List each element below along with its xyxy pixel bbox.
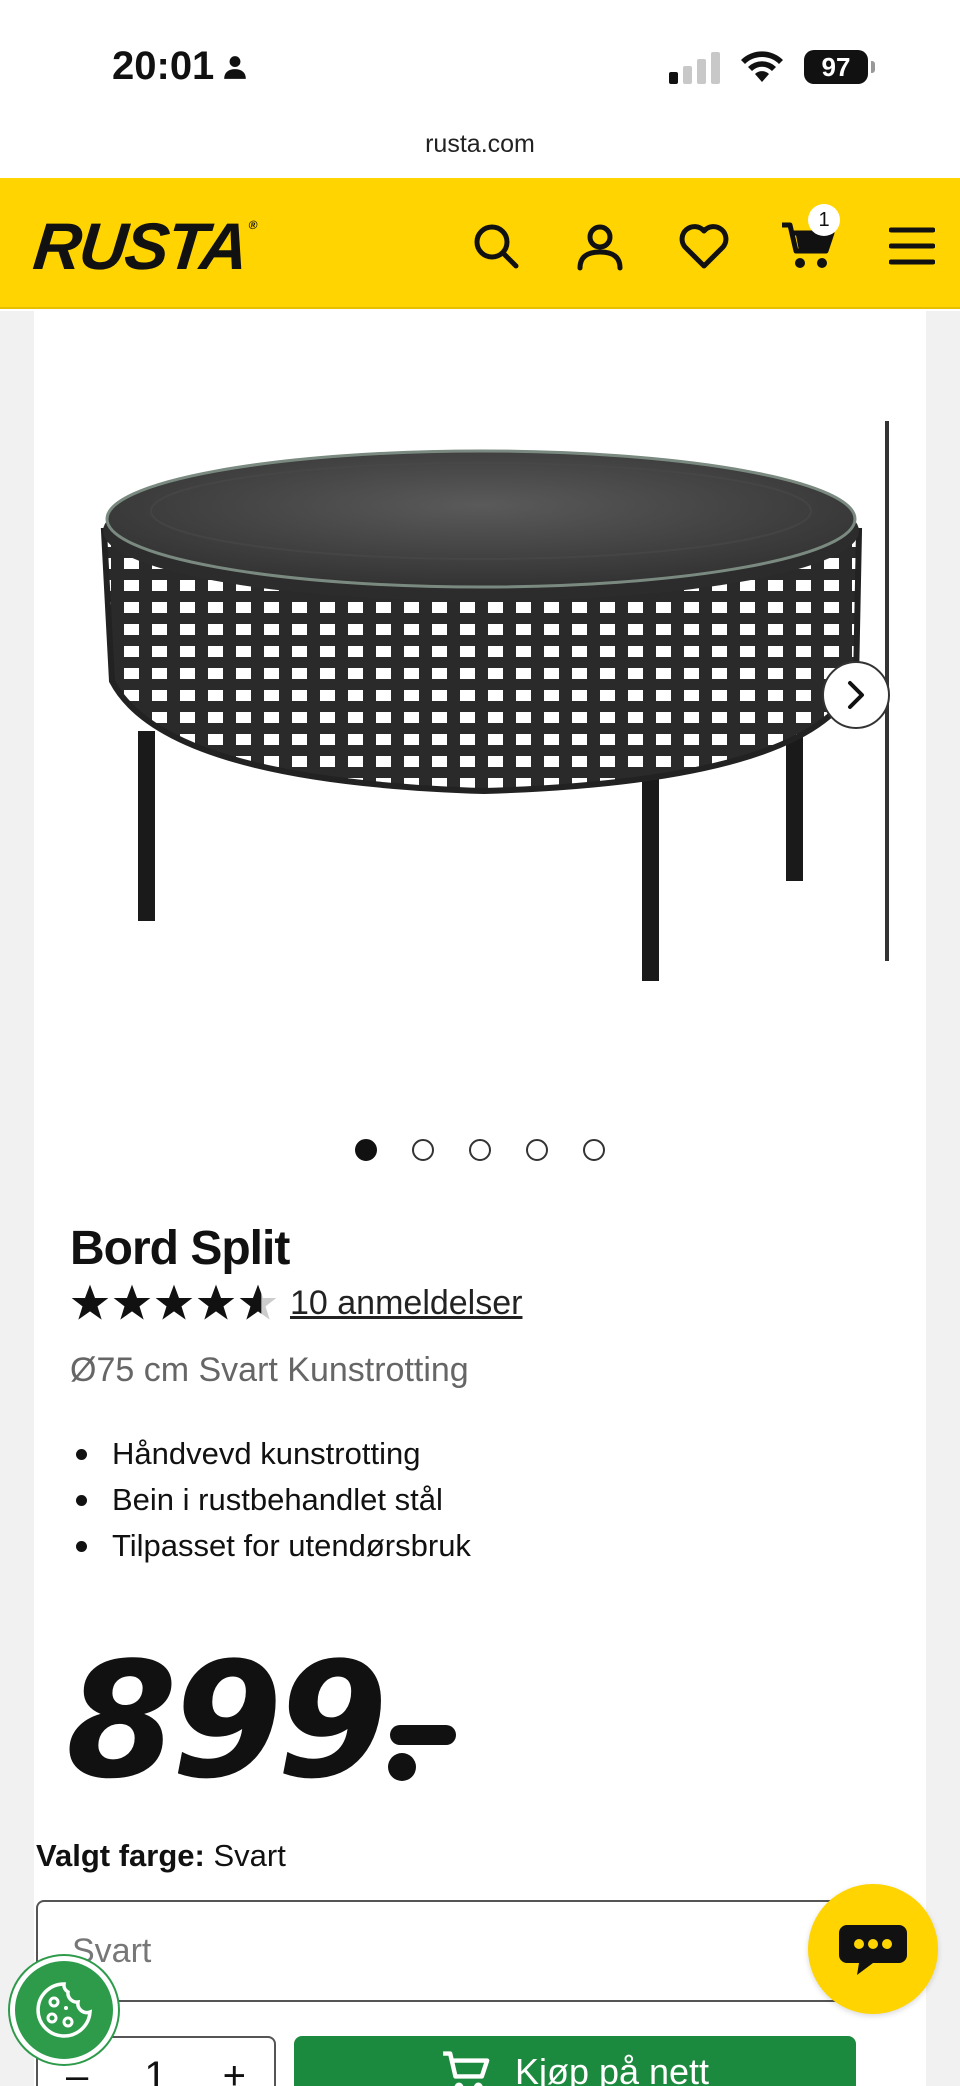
search-button[interactable]: [468, 218, 524, 274]
star-icon: [71, 1284, 109, 1320]
logo-text: RUSTA: [30, 209, 251, 283]
color-label-title: Valgt farge:: [36, 1838, 205, 1873]
wifi-icon: [741, 51, 783, 82]
site-header: RUSTA® 1: [0, 178, 960, 309]
feature-item: Håndvevd kunstrotting: [70, 1431, 471, 1477]
gallery-next-button[interactable]: [822, 661, 890, 729]
quantity-increase-button[interactable]: +: [223, 2054, 246, 2086]
rusta-logo[interactable]: RUSTA®: [30, 208, 257, 284]
gallery-dot[interactable]: [355, 1139, 377, 1161]
product-title: Bord Split: [70, 1222, 290, 1275]
product-rating: 10 anmeldelser: [70, 1283, 522, 1323]
status-bar: 20:01 97 rusta.com: [0, 0, 960, 158]
buy-online-button[interactable]: Kjøp på nett: [294, 2036, 856, 2086]
favorites-button[interactable]: [676, 218, 732, 274]
quantity-value: 1: [144, 2053, 167, 2086]
star-half-icon: [239, 1284, 277, 1320]
cart-icon: [443, 2051, 490, 2086]
gallery-dots: [34, 1139, 926, 1161]
cart-button[interactable]: 1: [780, 204, 840, 274]
battery-indicator: 97: [804, 50, 875, 84]
feature-list: Håndvevd kunstrotting Bein i rustbehandl…: [70, 1431, 471, 1569]
chat-bubble-icon: [839, 1925, 907, 1975]
gallery-dot[interactable]: [583, 1139, 605, 1161]
star-icon: [155, 1284, 193, 1320]
cart-count-badge: 1: [808, 204, 840, 236]
price-value: 899: [66, 1627, 388, 1814]
star-icon: [197, 1284, 235, 1320]
color-select[interactable]: Svart: [36, 1900, 844, 2002]
gallery-dot[interactable]: [526, 1139, 548, 1161]
feature-item: Bein i rustbehandlet stål: [70, 1477, 471, 1523]
account-button[interactable]: [572, 218, 628, 274]
feature-item: Tilpasset for utendørsbruk: [70, 1523, 471, 1569]
color-label-value: Svart: [213, 1838, 286, 1873]
product-subtitle: Ø75 cm Svart Kunstrotting: [70, 1351, 469, 1389]
search-icon: [474, 224, 519, 269]
chevron-right-icon: [848, 681, 864, 709]
header-icons: 1: [468, 204, 940, 274]
menu-icon: [889, 227, 935, 265]
product-gallery[interactable]: [34, 311, 926, 1131]
star-icon: [113, 1284, 151, 1320]
buy-button-label: Kjøp på nett: [514, 2051, 710, 2086]
cookie-settings-button[interactable]: [10, 1956, 118, 2064]
status-time: 20:01: [112, 44, 248, 89]
url-bar[interactable]: rusta.com: [0, 130, 960, 159]
product-price: 899: [66, 1641, 456, 1801]
cookie-icon: [36, 1982, 92, 2038]
person-icon: [224, 55, 247, 79]
product-card: Bord Split 10 anmeldelser Ø75 cm Svart K…: [34, 311, 926, 2086]
cellular-signal-icon: [669, 50, 720, 84]
clock-text: 20:01: [112, 44, 215, 88]
rating-stars: [70, 1283, 278, 1323]
product-image: [84, 421, 884, 1041]
status-indicators: 97: [669, 50, 875, 84]
heart-icon: [679, 224, 729, 269]
selected-color-label: Valgt farge: Svart: [36, 1838, 286, 1874]
chat-button[interactable]: [808, 1884, 938, 2014]
gallery-dot[interactable]: [412, 1139, 434, 1161]
user-icon: [577, 224, 623, 271]
gallery-dot[interactable]: [469, 1139, 491, 1161]
price-dash: [387, 1725, 456, 1781]
reviews-link[interactable]: 10 anmeldelser: [290, 1284, 522, 1323]
menu-button[interactable]: [884, 218, 940, 274]
